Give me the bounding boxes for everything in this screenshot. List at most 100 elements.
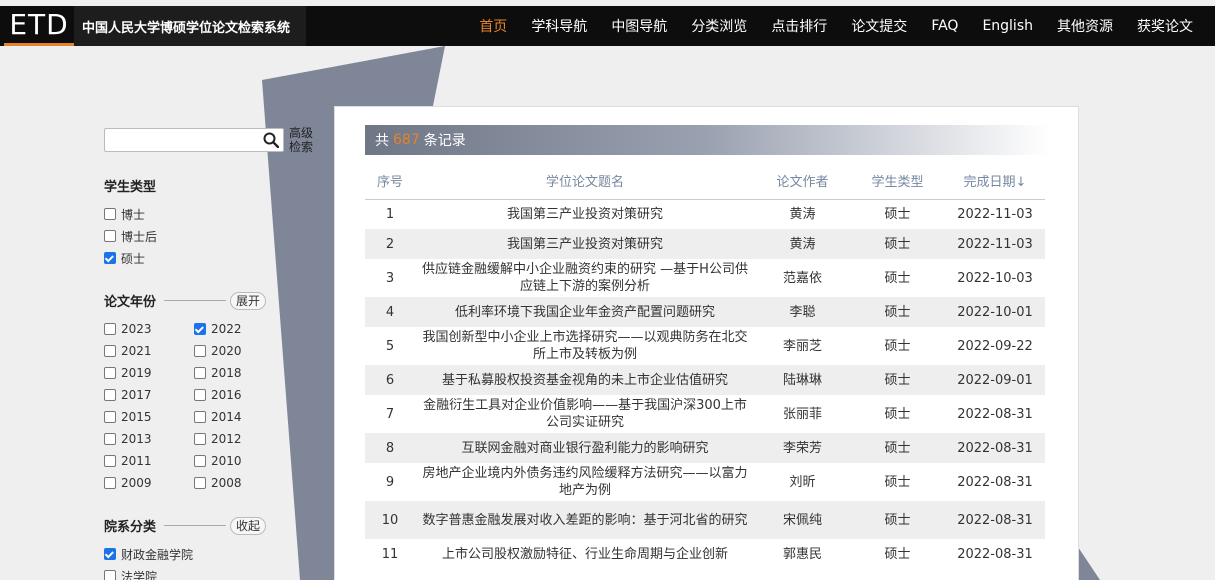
filter-sidebar: 高级检索 学生类型 博士 博士后 硕士 论文年份 展开 2023 2022 2021 20… <box>104 126 319 580</box>
year-option[interactable]: 2015 <box>104 406 194 428</box>
student-type-checkbox[interactable] <box>104 252 116 264</box>
year-checkbox[interactable] <box>104 367 116 379</box>
department-option[interactable]: 财政金融学院 <box>104 543 319 565</box>
thesis-title-link[interactable]: 供应链金融缓解中小企业融资约束的研究 —基于H公司供应链上下游的案例分析 <box>415 259 755 297</box>
year-option[interactable]: 2017 <box>104 384 194 406</box>
thesis-title-link[interactable]: 我国第三产业投资对策研究 <box>415 229 755 259</box>
year-option[interactable]: 2018 <box>194 362 284 384</box>
completion-date: 2022-10-01 <box>945 297 1045 327</box>
nav-ranking[interactable]: 点击排行 <box>759 16 839 36</box>
department-collapse-button[interactable]: 收起 <box>230 516 267 535</box>
year-expand-button[interactable]: 展开 <box>230 291 267 310</box>
student-type-checkbox[interactable] <box>104 208 116 220</box>
year-option[interactable]: 2016 <box>194 384 284 406</box>
nav-home[interactable]: 首页 <box>467 16 519 36</box>
nav-awards[interactable]: 获奖论文 <box>1125 16 1205 36</box>
author-name: 宋佩纯 <box>755 501 850 539</box>
year-option[interactable]: 2010 <box>194 450 284 472</box>
nav-browse[interactable]: 分类浏览 <box>679 16 759 36</box>
year-checkbox[interactable] <box>194 367 206 379</box>
advanced-search-link[interactable]: 高级检索 <box>289 126 315 154</box>
nav-subject[interactable]: 学科导航 <box>519 16 599 36</box>
completion-date: 2022-09-01 <box>945 365 1045 395</box>
thesis-title-link[interactable]: 基于私募股权投资基金视角的未上市企业估值研究 <box>415 365 755 395</box>
year-option[interactable]: 2021 <box>104 340 194 362</box>
year-option[interactable]: 2012 <box>194 428 284 450</box>
column-student-type: 学生类型 <box>850 163 945 200</box>
table-row: 11 上市公司股权激励特征、行业生命周期与企业创新 郭惠民 硕士 2022-08-31 <box>365 539 1045 569</box>
year-option[interactable]: 2022 <box>194 318 284 340</box>
year-option[interactable]: 2008 <box>194 472 284 494</box>
student-type: 硕士 <box>884 338 911 354</box>
thesis-title-link[interactable]: 数字普惠金融发展对收入差距的影响：基于河北省的研究 <box>415 501 755 539</box>
student-type-option[interactable]: 硕士 <box>104 247 319 269</box>
year-checkbox[interactable] <box>194 411 206 423</box>
author-name: 刘昕 <box>789 474 816 490</box>
year-option[interactable]: 2011 <box>104 450 194 472</box>
thesis-title-link[interactable]: 互联网金融对商业银行盈利能力的影响研究 <box>415 433 755 463</box>
year-checkbox[interactable] <box>104 345 116 357</box>
year-option-label: 2009 <box>121 476 152 490</box>
student-type-option[interactable]: 博士 <box>104 203 319 225</box>
department-option-label: 财政金融学院 <box>121 547 194 562</box>
year-option[interactable]: 2020 <box>194 340 284 362</box>
thesis-title-link[interactable]: 低利率环境下我国企业年金资产配置问题研究 <box>415 297 755 327</box>
row-number: 5 <box>385 338 395 354</box>
year-checkbox[interactable] <box>104 433 116 445</box>
thesis-title-link[interactable]: 我国创新型中小企业上市选择研究——以观典防务在北交所上市及转板为例 <box>415 327 755 365</box>
nav-resources[interactable]: 其他资源 <box>1045 16 1125 36</box>
year-checkbox[interactable] <box>194 477 206 489</box>
year-option[interactable]: 2014 <box>194 406 284 428</box>
column-date[interactable]: 完成日期↓ <box>945 163 1045 200</box>
department-option[interactable]: 法学院 <box>104 565 319 580</box>
year-option-label: 2014 <box>211 410 242 424</box>
year-checkbox[interactable] <box>104 477 116 489</box>
table-row: 5 我国创新型中小企业上市选择研究——以观典防务在北交所上市及转板为例 李丽芝 硕士 2… <box>365 327 1045 365</box>
student-type-option[interactable]: 博士后 <box>104 225 319 247</box>
thesis-title-link[interactable]: 我国第三产业投资对策研究 <box>415 199 755 229</box>
year-checkbox[interactable] <box>104 323 116 335</box>
author-name: 李聪 <box>755 297 850 327</box>
department-checkbox[interactable] <box>104 548 116 560</box>
table-row: 7 金融衍生工具对企业价值影响——基于我国沪深300上市公司实证研究 张丽菲 硕士 20… <box>365 395 1045 433</box>
student-type-checkbox[interactable] <box>104 230 116 242</box>
table-row: 9 房地产企业境内外债务违约风险缓释方法研究——以富力地产为例 刘昕 硕士 2022-0… <box>365 463 1045 501</box>
nav-clc[interactable]: 中图导航 <box>599 16 679 36</box>
year-option-label: 2016 <box>211 388 242 402</box>
author-name: 郭惠民 <box>782 546 822 562</box>
divider <box>164 525 227 526</box>
year-option[interactable]: 2023 <box>104 318 194 340</box>
completion-date: 2022-09-22 <box>957 338 1033 354</box>
year-checkbox[interactable] <box>194 433 206 445</box>
year-checkbox[interactable] <box>104 411 116 423</box>
table-row: 8 互联网金融对商业银行盈利能力的影响研究 李荣芳 硕士 2022-08-31 <box>365 433 1045 463</box>
year-checkbox[interactable] <box>194 389 206 401</box>
thesis-title-link[interactable]: 上市公司股权激励特征、行业生命周期与企业创新 <box>415 539 755 569</box>
year-checkbox[interactable] <box>194 455 206 467</box>
student-type: 硕士 <box>884 546 911 562</box>
year-option-label: 2023 <box>121 322 152 336</box>
department-list: 财政金融学院法学院 <box>104 543 319 580</box>
year-checkbox[interactable] <box>104 455 116 467</box>
year-checkbox[interactable] <box>194 345 206 357</box>
thesis-title-link[interactable]: 房地产企业境内外债务违约风险缓释方法研究——以富力地产为例 <box>415 463 755 501</box>
nav-faq[interactable]: FAQ <box>919 18 970 34</box>
year-checkbox[interactable] <box>194 323 206 335</box>
completion-date: 2022-08-31 <box>957 546 1033 562</box>
year-option[interactable]: 2019 <box>104 362 194 384</box>
search-row: 高级检索 <box>104 126 319 154</box>
year-option[interactable]: 2009 <box>104 472 194 494</box>
search-input[interactable] <box>105 129 255 151</box>
student-type: 硕士 <box>850 433 945 463</box>
student-type: 硕士 <box>884 474 911 490</box>
search-icon[interactable] <box>263 132 279 148</box>
year-checkbox[interactable] <box>104 389 116 401</box>
year-option[interactable]: 2013 <box>104 428 194 450</box>
completion-date: 2022-11-03 <box>945 229 1045 259</box>
etd-logo[interactable]: ETD <box>4 6 74 46</box>
thesis-title-link[interactable]: 金融衍生工具对企业价值影响——基于我国沪深300上市公司实证研究 <box>415 395 755 433</box>
department-checkbox[interactable] <box>104 570 116 580</box>
student-type: 硕士 <box>884 206 911 222</box>
nav-submit[interactable]: 论文提交 <box>839 16 919 36</box>
nav-english[interactable]: English <box>970 18 1045 34</box>
